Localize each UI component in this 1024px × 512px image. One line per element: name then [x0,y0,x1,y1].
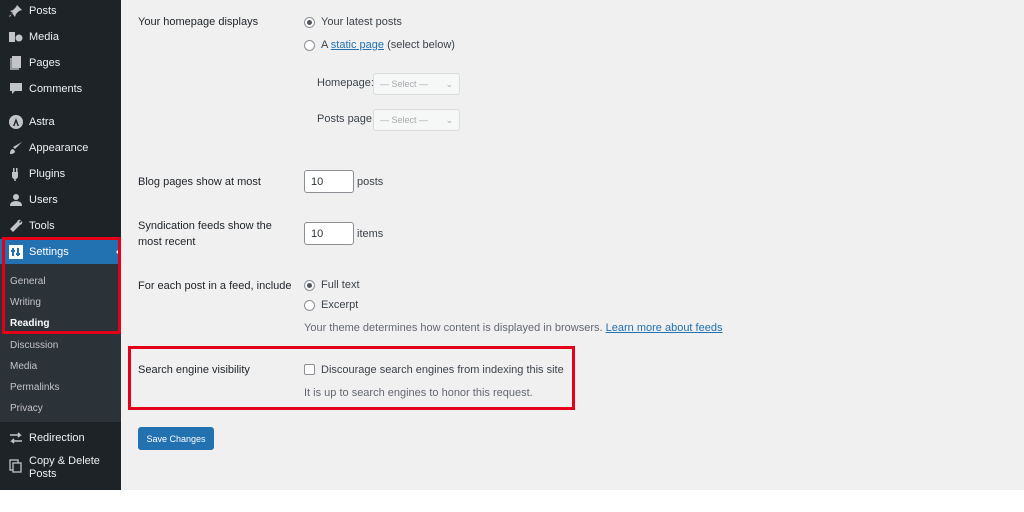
astra-icon [7,113,25,131]
appearance-icon [7,139,25,157]
latest-posts-radio[interactable] [304,17,315,28]
learn-more-feeds-link[interactable]: Learn more about feeds [606,322,723,334]
submenu-item-privacy[interactable]: Privacy [10,403,43,415]
sidebar-item-label: Tools [29,219,55,232]
blog-pages-input[interactable]: 10 [304,170,354,193]
syndication-input[interactable]: 10 [304,222,354,245]
submenu-item-general[interactable]: General [10,276,46,288]
submenu-item-media[interactable]: Media [10,361,37,373]
sidebar-item-label: Appearance [29,141,89,154]
discourage-search-checkbox[interactable] [304,364,315,375]
sidebar-item-label: Comments [29,82,83,95]
sidebar-item-label: Astra [29,115,55,128]
syndication-label-line1: Syndication feeds show the [138,220,272,232]
sidebar-item-label: Copy & Delete Posts [29,455,100,480]
syndication-label-line2: most recent [138,236,196,248]
static-page-option: A static page (select below) [321,39,455,52]
submenu-item-permalinks[interactable]: Permalinks [10,382,59,394]
sidebar-item-label: Pages [29,56,61,69]
homepage-displays-label: Your homepage displays [138,16,259,28]
users-icon [7,191,25,209]
admin-sidebar: Posts Media Pages Comments Astra Appeara… [0,0,121,490]
submenu-item-reading[interactable]: Reading [10,318,49,330]
sidebar-item-label: Settings [29,245,69,258]
static-page-radio[interactable] [304,40,315,51]
sidebar-item-label: Users [29,193,58,206]
sidebar-item-plugins[interactable]: Plugins [0,161,121,187]
feed-include-label: For each post in a feed, include [138,280,292,292]
tools-icon [7,217,25,235]
sidebar-item-redirection[interactable]: Redirection [0,425,121,451]
posts-page-select-value: — Select — [380,115,429,125]
sidebar-item-copy-delete-posts[interactable]: Copy & Delete Posts [0,455,121,487]
pages-icon [7,54,25,72]
discourage-search-label: Discourage search engines from indexing … [321,364,564,376]
homepage-select[interactable]: — Select — ⌄ [373,73,460,95]
sidebar-item-label: Media [29,30,59,43]
full-text-radio[interactable] [304,280,315,291]
redirection-icon [7,429,25,447]
posts-page-select[interactable]: — Select — ⌄ [373,109,460,131]
settings-main [121,0,1024,490]
settings-submenu: General Writing Reading Discussion Media… [0,264,121,422]
static-page-suffix: (select below) [387,39,455,51]
posts-page-select-label: Posts page: [317,113,376,125]
chevron-down-icon: ⌄ [445,115,453,125]
excerpt-radio[interactable] [304,300,315,311]
blog-pages-unit: posts [357,176,384,188]
search-visibility-label: Search engine visibility [138,364,250,376]
feed-note: Your theme determines how content is dis… [304,322,722,335]
homepage-select-label: Homepage: [317,77,374,89]
page-bottom [0,490,1024,512]
plugins-icon [7,165,25,183]
copy-delete-icon [7,457,25,475]
blog-pages-label: Blog pages show at most [138,176,261,188]
save-changes-button[interactable]: Save Changes [138,427,214,450]
settings-icon [7,243,25,261]
syndication-unit: items [357,228,384,240]
sidebar-item-media[interactable]: Media [0,24,121,50]
submenu-item-discussion[interactable]: Discussion [10,340,58,352]
pin-icon [7,2,25,20]
sidebar-item-label: Posts [29,4,57,17]
search-visibility-description: It is up to search engines to honor this… [304,387,533,399]
sidebar-item-label: Plugins [29,167,66,180]
feed-note-text: Your theme determines how content is dis… [304,322,603,334]
sidebar-item-astra[interactable]: Astra [0,109,121,135]
comments-icon [7,80,25,98]
sidebar-item-pages[interactable]: Pages [0,50,121,76]
excerpt-label: Excerpt [321,299,359,311]
submenu-item-writing[interactable]: Writing [10,297,41,309]
sidebar-item-label: Redirection [29,431,85,444]
static-page-link[interactable]: static page [331,39,384,51]
sidebar-item-posts[interactable]: Posts [0,0,121,24]
static-page-prefix: A [321,39,328,51]
full-text-label: Full text [321,279,360,291]
sidebar-item-users[interactable]: Users [0,187,121,213]
sidebar-item-comments[interactable]: Comments [0,76,121,102]
sidebar-item-tools[interactable]: Tools [0,213,121,239]
homepage-select-value: — Select — [380,79,429,89]
sidebar-item-settings[interactable]: Settings [0,239,121,265]
chevron-down-icon: ⌄ [445,79,453,89]
sidebar-item-appearance[interactable]: Appearance [0,135,121,161]
latest-posts-label: Your latest posts [321,16,402,28]
media-icon [7,28,25,46]
